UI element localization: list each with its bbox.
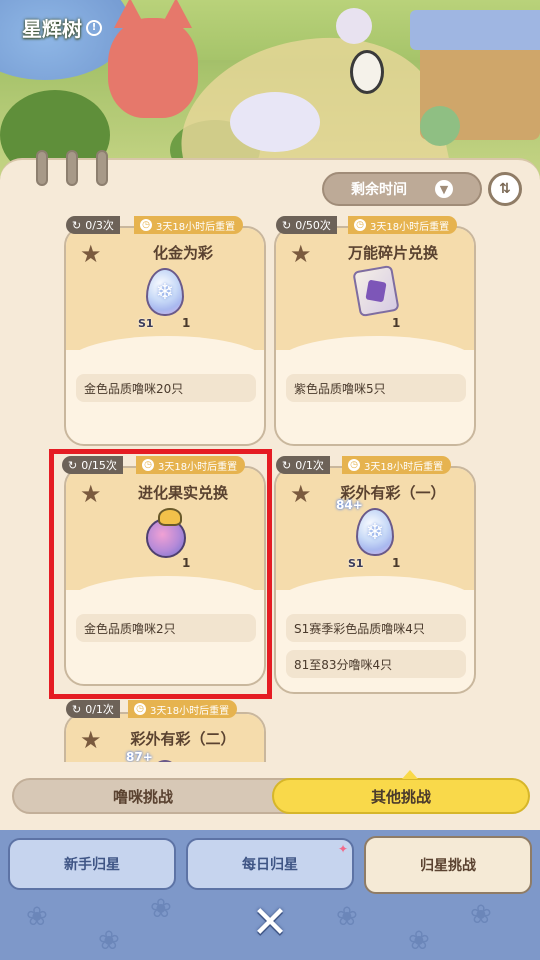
time-filter-dropdown[interactable]: 剩余时间 ▼ — [322, 172, 482, 206]
requirement: 紫色品质噜咪5只 — [286, 374, 466, 402]
challenge-card[interactable]: ★ 万能碎片兑换 1 紫色品质噜咪5只 — [274, 226, 476, 446]
sort-icon: ⇅ — [499, 181, 511, 197]
tab-label: 归星挑战 — [420, 858, 476, 874]
shard-icon — [352, 264, 400, 318]
card-header: ★ 彩外有彩（二） — [66, 714, 264, 762]
chevron-down-icon: ▼ — [435, 180, 453, 198]
paw-icon: ❀ — [150, 894, 172, 924]
refresh-icon: ↻ — [68, 458, 78, 472]
paw-icon: ❀ — [470, 900, 492, 930]
paw-icon: ❀ — [408, 926, 430, 956]
cat-character — [230, 92, 320, 152]
paw-icon: ❀ — [98, 926, 120, 956]
notification-badge: ✦ — [337, 842, 348, 856]
tab-star-challenge[interactable]: 归星挑战 — [364, 836, 532, 894]
help-icon[interactable]: ! — [86, 19, 102, 36]
clock-icon: ◷ — [348, 459, 360, 471]
other-challenge-tab[interactable]: 其他挑战 — [272, 778, 530, 814]
star-icon: ★ — [80, 480, 102, 508]
clock-icon: ◷ — [140, 219, 152, 231]
attempt-counter: ↻ 0/50次 — [276, 216, 337, 234]
page-title: 星辉树 — [22, 17, 82, 41]
close-icon: ✕ — [251, 896, 289, 948]
reset-timer: ◷ 3天18小时后重置 — [348, 216, 458, 234]
fruit-icon — [146, 508, 186, 558]
clock-icon: ◷ — [134, 703, 146, 715]
level-badge: 84+ — [336, 498, 363, 512]
card-title: 进化果实兑换 — [137, 484, 228, 502]
requirement: S1赛季彩色品质噜咪4只 — [286, 614, 466, 642]
attempt-counter: ↻ 0/15次 — [62, 456, 123, 474]
star-icon: ★ — [80, 240, 102, 268]
card-title: 彩外有彩（二） — [130, 730, 236, 748]
attempt-counter: ↻ 0/1次 — [276, 456, 330, 474]
panda-character — [350, 50, 384, 94]
egg-icon: ❄ — [356, 508, 394, 556]
challenge-card[interactable]: ★ 彩外有彩（一） 84+ ❄ S1 1 S1赛季彩色品质噜咪4只 81至83分… — [274, 466, 476, 694]
ghost-character — [336, 8, 372, 44]
tab-daily-star[interactable]: 每日归星 ✦ — [186, 838, 354, 890]
binder-ring — [96, 150, 108, 186]
card-title: 化金为彩 — [152, 244, 213, 262]
reward-quantity: 1 — [392, 556, 401, 570]
binder-ring — [66, 150, 78, 186]
binder-ring — [36, 150, 48, 186]
requirement: 金色品质噜咪2只 — [76, 614, 256, 642]
star-icon: ★ — [290, 480, 312, 508]
reset-timer: ◷ 3天18小时后重置 — [134, 216, 244, 234]
sort-button[interactable]: ⇅ — [488, 172, 522, 206]
card-grid: ★ 化金为彩 ❄ S1 1 金色品质噜咪20只 ↻ 0/3次 ◷ 3天18小时后重置… — [0, 212, 540, 762]
reward-quantity: 1 — [182, 556, 191, 570]
clock-icon: ◷ — [142, 459, 154, 471]
tab-label: 新手归星 — [64, 857, 120, 873]
tab-newbie-star[interactable]: 新手归星 — [8, 838, 176, 890]
challenge-card[interactable]: ★ 化金为彩 ❄ S1 1 金色品质噜咪20只 — [64, 226, 266, 446]
challenge-card[interactable]: ★ 彩外有彩（二） 87+ ❄ — [64, 712, 266, 762]
tab-label: 每日归星 — [242, 857, 298, 873]
reward-quantity: 1 — [392, 316, 401, 330]
reset-timer: ◷ 3天18小时后重置 — [136, 456, 246, 474]
clock-icon: ◷ — [354, 219, 366, 231]
card-title: 万能碎片兑换 — [347, 244, 438, 262]
reward-quantity: 1 — [182, 316, 191, 330]
page-title-area: 星辉树 ! — [22, 13, 102, 42]
challenge-type-switch: 噜咪挑战 其他挑战 — [12, 770, 530, 814]
star-icon: ★ — [290, 240, 312, 268]
lumi-challenge-tab[interactable]: 噜咪挑战 — [14, 778, 272, 814]
attempt-counter: ↻ 0/3次 — [66, 216, 120, 234]
level-badge: 87+ — [126, 750, 153, 762]
reset-timer: ◷ 3天18小时后重置 — [128, 700, 238, 718]
star-icon: ★ — [80, 726, 102, 754]
fox-character — [108, 0, 198, 118]
requirement: 金色品质噜咪20只 — [76, 374, 256, 402]
refresh-icon: ↻ — [282, 458, 292, 472]
refresh-icon: ↻ — [72, 702, 82, 716]
mouse-character — [420, 106, 460, 146]
requirement: 81至83分噜咪4只 — [286, 650, 466, 678]
attempt-counter: ↻ 0/1次 — [66, 700, 120, 718]
reset-timer: ◷ 3天18小时后重置 — [342, 456, 452, 474]
paw-icon: ❀ — [336, 902, 358, 932]
challenge-card[interactable]: ★ 进化果实兑换 1 金色品质噜咪2只 — [64, 466, 266, 686]
close-button[interactable]: ✕ — [246, 896, 294, 948]
paw-icon: ❀ — [26, 902, 48, 932]
egg-icon: ❄ — [146, 268, 184, 316]
refresh-icon: ↻ — [282, 218, 292, 232]
time-filter-label: 剩余时间 — [351, 182, 407, 198]
selected-caret — [402, 770, 418, 779]
reward-item: 87+ ❄ — [126, 750, 196, 762]
season-badge: S1 — [138, 317, 154, 330]
season-badge: S1 — [348, 557, 364, 570]
refresh-icon: ↻ — [72, 218, 82, 232]
